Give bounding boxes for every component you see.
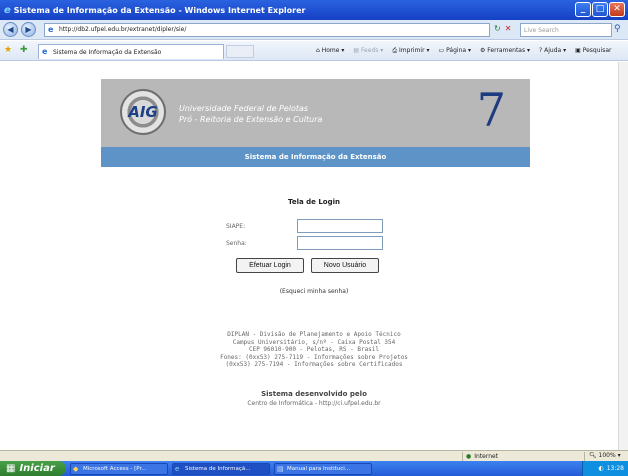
globe-icon: ● — [466, 453, 472, 460]
search-input[interactable]: Live Search — [520, 23, 612, 37]
help-menu[interactable]: ? Ajuda ▾ — [539, 47, 566, 55]
tab-page-icon: e — [42, 47, 48, 56]
command-toolbar: ★ ✚ e Sistema de Informação da Extensão … — [0, 41, 628, 61]
stop-icon[interactable]: ✕ — [505, 24, 512, 33]
site-header: AIG Universidade Federal de Pelotas Pró … — [101, 79, 530, 167]
senha-label: Senha: — [226, 240, 247, 247]
tray-icon[interactable]: ◐ — [598, 465, 603, 472]
minimize-button[interactable]: _ — [575, 2, 591, 17]
credit-title: Sistema desenvolvido pelo — [261, 390, 367, 398]
zoom-control[interactable]: 🔍︎ 100% ▾ — [584, 452, 628, 461]
clock: 13:28 — [606, 465, 624, 472]
windows-flag-icon: ▦ — [6, 463, 16, 474]
status-zone: ● Internet — [462, 452, 554, 461]
taskbar-item-ie[interactable]: e Sistema de Informaçã... — [172, 463, 270, 475]
footer-line: Fones: (0xx53) 275-7119 - Informações so… — [220, 353, 408, 361]
document-icon: ▤ — [277, 465, 284, 473]
home-button[interactable]: ⌂ Home ▾ — [316, 47, 344, 55]
page-content: AIG Universidade Federal de Pelotas Pró … — [0, 62, 628, 450]
forward-arrow-icon: ▶ — [25, 25, 32, 34]
system-tray: ◐ 13:28 — [582, 461, 628, 476]
help-label: Ajuda — [544, 47, 562, 54]
tab-sistema[interactable]: e Sistema de Informação da Extensão — [38, 44, 224, 59]
maximize-button[interactable]: □ — [592, 2, 608, 17]
print-label: Imprimir — [399, 47, 425, 54]
refresh-icon[interactable]: ↻ — [494, 24, 501, 33]
university-logo: AIG — [120, 89, 166, 135]
banner: AIG Universidade Federal de Pelotas Pró … — [101, 79, 530, 147]
window-title-bar[interactable]: e Sistema de Informação da Extensão - Wi… — [0, 0, 628, 20]
back-button[interactable]: ◀ — [3, 22, 18, 37]
internet-explorer-icon: e — [4, 4, 11, 16]
extension-logo: 7 — [476, 83, 506, 137]
forward-button[interactable]: ▶ — [21, 22, 36, 37]
footer-line: CEP 96010-900 - Pelotas, RS - Brasil — [248, 346, 380, 353]
page-icon: e — [48, 25, 54, 34]
siape-input[interactable] — [297, 219, 383, 233]
task-label: Manual para Instituci... — [287, 466, 351, 472]
tools-menu[interactable]: ⚙ Ferramentas ▾ — [480, 47, 530, 55]
access-icon: ◆ — [73, 465, 79, 473]
start-button[interactable]: ▦ Iniciar — [0, 461, 66, 476]
task-label: Microsoft Access - [Pr... — [83, 466, 147, 472]
back-arrow-icon: ◀ — [7, 25, 14, 34]
credit-link[interactable]: Centro de Informática - http://ci.ufpel.… — [0, 400, 628, 407]
close-button[interactable]: ✕ — [609, 2, 625, 17]
new-user-button[interactable]: Novo Usuário — [311, 258, 379, 273]
feeds-button[interactable]: ▤ Feeds ▾ — [353, 47, 383, 55]
add-favorites-icon[interactable]: ✚ — [20, 45, 28, 55]
search-icon[interactable]: ⚲ — [614, 24, 621, 34]
system-title: Sistema de Informação da Extensão — [101, 147, 530, 167]
address-toolbar: ◀ ▶ e http://db2.ufpel.edu.br/extranet/d… — [0, 20, 628, 40]
research-button[interactable]: ▣ Pesquisar — [575, 47, 611, 55]
login-title: Tela de Login — [287, 198, 340, 206]
status-bar: ● Internet 🔍︎ 100% ▾ — [0, 450, 628, 461]
taskbar-item-manual[interactable]: ▤ Manual para Instituci... — [274, 463, 372, 475]
footer-line: DIPLAN - Divisão de Planejamento e Apoio… — [227, 331, 401, 338]
print-button[interactable]: ⎙ Imprimir ▾ — [392, 47, 429, 55]
start-label: Iniciar — [19, 463, 55, 474]
home-label: Home — [321, 47, 340, 54]
senha-input[interactable] — [297, 236, 383, 250]
task-label: Sistema de Informaçã... — [185, 466, 251, 472]
page-menu[interactable]: ▭ Página ▾ — [439, 47, 471, 55]
university-line1: Universidade Federal de Pelotas — [179, 104, 309, 113]
forgot-password-link[interactable]: (Esqueci minha senha) — [0, 288, 628, 295]
feeds-label: Feeds — [360, 47, 379, 54]
zone-label: Internet — [474, 453, 499, 460]
siape-label: SIAPE: — [226, 223, 246, 230]
address-url: http://db2.ufpel.edu.br/extranet/dipler/… — [59, 26, 187, 33]
favorites-star-icon[interactable]: ★ — [4, 45, 12, 55]
window-title: Sistema de Informação da Extensão - Wind… — [13, 5, 306, 15]
research-label: Pesquisar — [582, 47, 612, 54]
address-input[interactable]: e http://db2.ufpel.edu.br/extranet/diple… — [44, 23, 490, 37]
footer-line: (0xx53) 275-7194 - Informações sobre Cer… — [225, 361, 403, 368]
tools-label: Ferramentas — [487, 47, 526, 54]
ie-task-icon: e — [175, 465, 180, 473]
university-line2: Pró - Reitoria de Extensão e Cultura — [179, 115, 323, 124]
vertical-scrollbar[interactable] — [618, 62, 628, 450]
page-label: Página — [446, 47, 467, 54]
university-name: Universidade Federal de Pelotas Pró - Re… — [179, 103, 322, 125]
zoom-label: 100% — [598, 452, 616, 459]
taskbar-item-access[interactable]: ◆ Microsoft Access - [Pr... — [70, 463, 168, 475]
zoom-icon: 🔍︎ — [589, 452, 597, 459]
footer-contact: DIPLAN - Divisão de Planejamento e Apoio… — [0, 331, 628, 369]
footer-line: Campus Universitário, s/nº - Caixa Posta… — [232, 338, 396, 346]
login-button[interactable]: Efetuar Login — [236, 258, 304, 273]
taskbar: ▦ Iniciar ◆ Microsoft Access - [Pr... e … — [0, 461, 628, 476]
new-tab-button[interactable] — [226, 45, 254, 58]
tab-label: Sistema de Informação da Extensão — [53, 49, 162, 56]
